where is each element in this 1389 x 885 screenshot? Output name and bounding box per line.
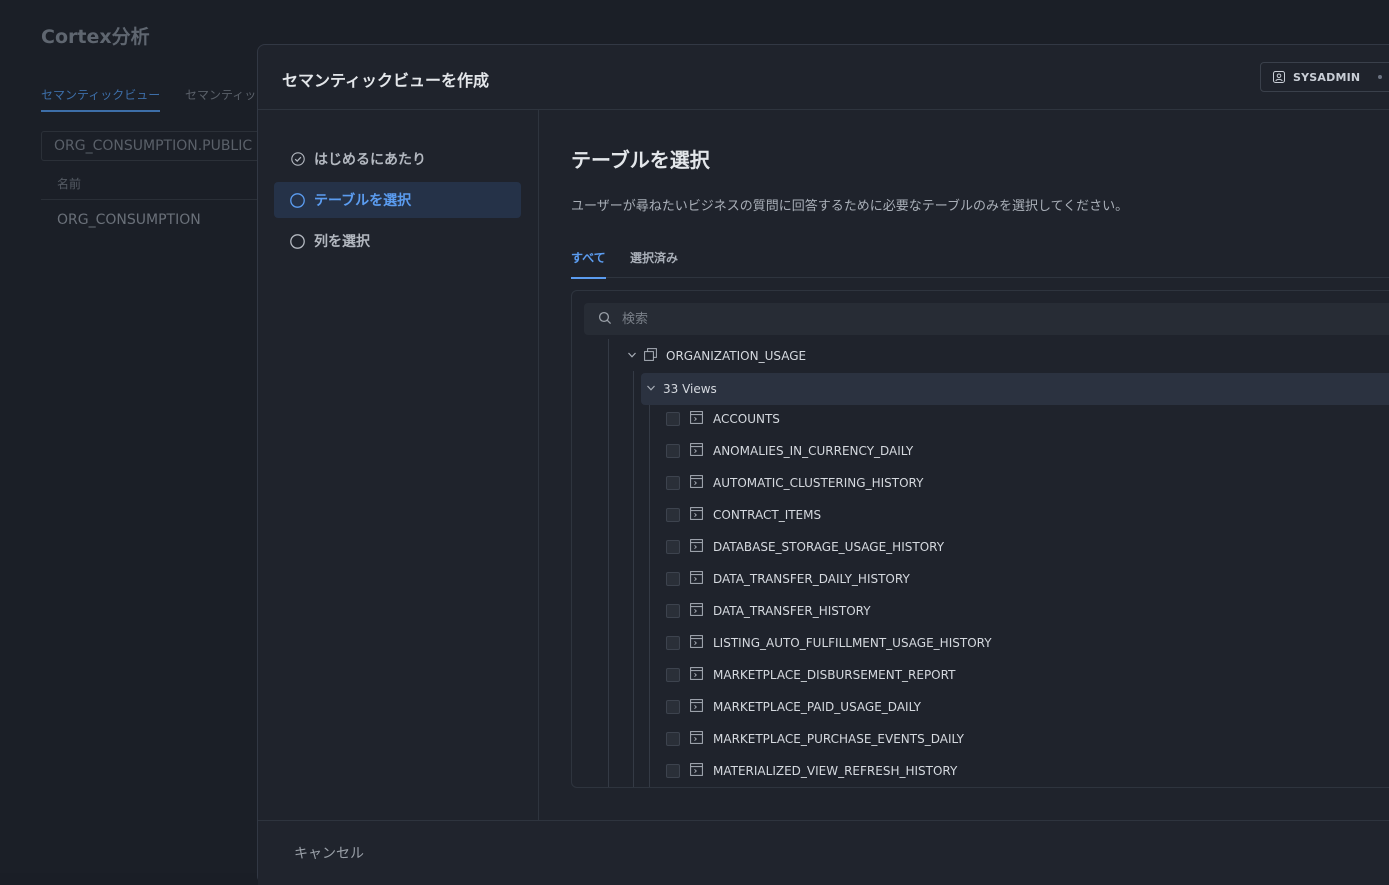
view-item[interactable]: DATABASE_STORAGE_USAGE_HISTORY: [666, 531, 944, 563]
view-icon: [690, 539, 703, 555]
view-icon: [690, 475, 703, 491]
check-circle-icon: [290, 152, 305, 167]
view-name: MATERIALIZED_VIEW_REFRESH_HISTORY: [713, 764, 958, 778]
step-getting-started[interactable]: はじめるにあたり: [274, 141, 521, 177]
column-header-name: 名前: [57, 177, 82, 191]
view-icon: [690, 699, 703, 715]
view-checkbox[interactable]: [666, 732, 680, 746]
step-label: はじめるにあたり: [314, 152, 426, 168]
section-title: テーブルを選択: [571, 148, 710, 172]
view-name: MARKETPLACE_PURCHASE_EVENTS_DAILY: [713, 732, 964, 746]
tree-group-row[interactable]: 33 Views: [641, 373, 1389, 405]
view-item[interactable]: MARKETPLACE_PAID_USAGE_DAILY: [666, 691, 921, 723]
view-item[interactable]: DATA_TRANSFER_DAILY_HISTORY: [666, 563, 910, 595]
view-icon: [690, 731, 703, 747]
view-name: DATA_TRANSFER_HISTORY: [713, 604, 871, 618]
schema-name: ORGANIZATION_USAGE: [666, 349, 807, 363]
circle-icon: [290, 192, 305, 208]
view-icon: [690, 763, 703, 779]
schema-icon: [644, 348, 657, 364]
view-name: ANOMALIES_IN_CURRENCY_DAILY: [713, 444, 914, 458]
view-icon: [690, 443, 703, 459]
divider: [41, 199, 271, 200]
view-icon: [690, 667, 703, 683]
view-checkbox[interactable]: [666, 540, 680, 554]
tree-guide-line: [608, 339, 609, 787]
view-checkbox[interactable]: [666, 636, 680, 650]
view-item[interactable]: AUTOMATIC_CLUSTERING_HISTORY: [666, 467, 923, 499]
view-name: DATA_TRANSFER_DAILY_HISTORY: [713, 572, 910, 586]
view-checkbox[interactable]: [666, 700, 680, 714]
tab-all[interactable]: すべて: [571, 249, 606, 279]
wizard-steps: はじめるにあたり テーブルを選択 列を選択: [258, 109, 539, 820]
search-input[interactable]: [620, 310, 1224, 328]
view-name: DATABASE_STORAGE_USAGE_HISTORY: [713, 540, 945, 554]
modal-footer: キャンセル: [258, 820, 1389, 885]
view-checkbox[interactable]: [666, 604, 680, 618]
view-item[interactable]: ANOMALIES_IN_CURRENCY_DAILY: [666, 435, 913, 467]
main-content: テーブルを選択 ユーザーが尋ねたいビジネスの質問に回答するために必要なテーブルの…: [539, 109, 1389, 820]
status-dot-icon: [1378, 75, 1383, 79]
view-icon: [690, 571, 703, 587]
view-checkbox[interactable]: [666, 668, 680, 682]
step-label: テーブルを選択: [314, 193, 412, 209]
view-icon: [690, 635, 703, 651]
tab-selected[interactable]: 選択済み: [630, 249, 678, 277]
chevron-down-icon[interactable]: [626, 349, 638, 364]
view-name: LISTING_AUTO_FULFILLMENT_USAGE_HISTORY: [713, 636, 992, 650]
chevron-down-icon[interactable]: [645, 382, 657, 397]
role-selector[interactable]: SYSADMIN: [1260, 62, 1389, 92]
view-item[interactable]: MARKETPLACE_PURCHASE_EVENTS_DAILY: [666, 723, 964, 755]
view-checkbox[interactable]: [666, 412, 680, 426]
tab-semantic-views[interactable]: セマンティックビュー: [41, 86, 161, 112]
table-tree: ORGANIZATION_USAGE 33 Views ACCOUNTS ANO…: [571, 290, 1389, 788]
view-checkbox[interactable]: [666, 444, 680, 458]
view-icon: [690, 411, 703, 427]
view-name: AUTOMATIC_CLUSTERING_HISTORY: [713, 476, 924, 490]
group-label: 33 Views: [663, 382, 717, 396]
cancel-button[interactable]: キャンセル: [294, 843, 364, 863]
tree-schema-row[interactable]: ORGANIZATION_USAGE: [626, 341, 806, 371]
create-semantic-view-modal: セマンティックビューを作成 SYSADMIN はじめるにあたり テーブルを選択 …: [257, 44, 1389, 885]
search-bar: [584, 303, 1389, 335]
view-item[interactable]: CONTRACT_ITEMS: [666, 499, 821, 531]
view-checkbox[interactable]: [666, 572, 680, 586]
search-icon: [598, 310, 612, 329]
schema-filter[interactable]: ORG_CONSUMPTION.PUBLIC: [41, 131, 271, 161]
view-checkbox[interactable]: [666, 476, 680, 490]
step-label: 列を選択: [314, 234, 370, 250]
view-name: ACCOUNTS: [713, 412, 780, 426]
list-item[interactable]: ORG_CONSUMPTION: [57, 212, 201, 228]
view-name: MARKETPLACE_PAID_USAGE_DAILY: [713, 700, 921, 714]
view-checkbox[interactable]: [666, 508, 680, 522]
tab-semantic-other[interactable]: セマンティッ: [185, 86, 256, 103]
view-item[interactable]: DATA_TRANSFER_HISTORY: [666, 595, 871, 627]
page-title: Cortex分析: [41, 26, 150, 48]
view-item[interactable]: MARKETPLACE_DISBURSEMENT_REPORT: [666, 659, 955, 691]
section-description: ユーザーが尋ねたいビジネスの質問に回答するために必要なテーブルのみを選択してくだ…: [571, 199, 1129, 214]
user-role-icon: [1273, 68, 1285, 87]
modal-title: セマンティックビューを作成: [282, 71, 490, 90]
view-checkbox[interactable]: [666, 764, 680, 778]
view-name: CONTRACT_ITEMS: [713, 508, 822, 522]
view-icon: [690, 507, 703, 523]
table-filter-tabs: すべて 選択済み: [571, 239, 1389, 279]
view-item[interactable]: LISTING_AUTO_FULFILLMENT_USAGE_HISTORY: [666, 627, 992, 659]
tree-guide-line: [633, 371, 634, 787]
view-icon: [690, 603, 703, 619]
step-select-tables[interactable]: テーブルを選択: [274, 182, 521, 218]
circle-icon: [290, 233, 305, 249]
modal-header: セマンティックビューを作成 SYSADMIN: [258, 45, 1389, 110]
view-item[interactable]: ACCOUNTS: [666, 403, 780, 435]
tree-guide-line: [649, 403, 650, 787]
view-item[interactable]: MATERIALIZED_VIEW_REFRESH_HISTORY: [666, 755, 957, 787]
role-label: SYSADMIN: [1293, 70, 1361, 84]
step-select-columns[interactable]: 列を選択: [274, 223, 521, 259]
view-name: MARKETPLACE_DISBURSEMENT_REPORT: [713, 668, 956, 682]
